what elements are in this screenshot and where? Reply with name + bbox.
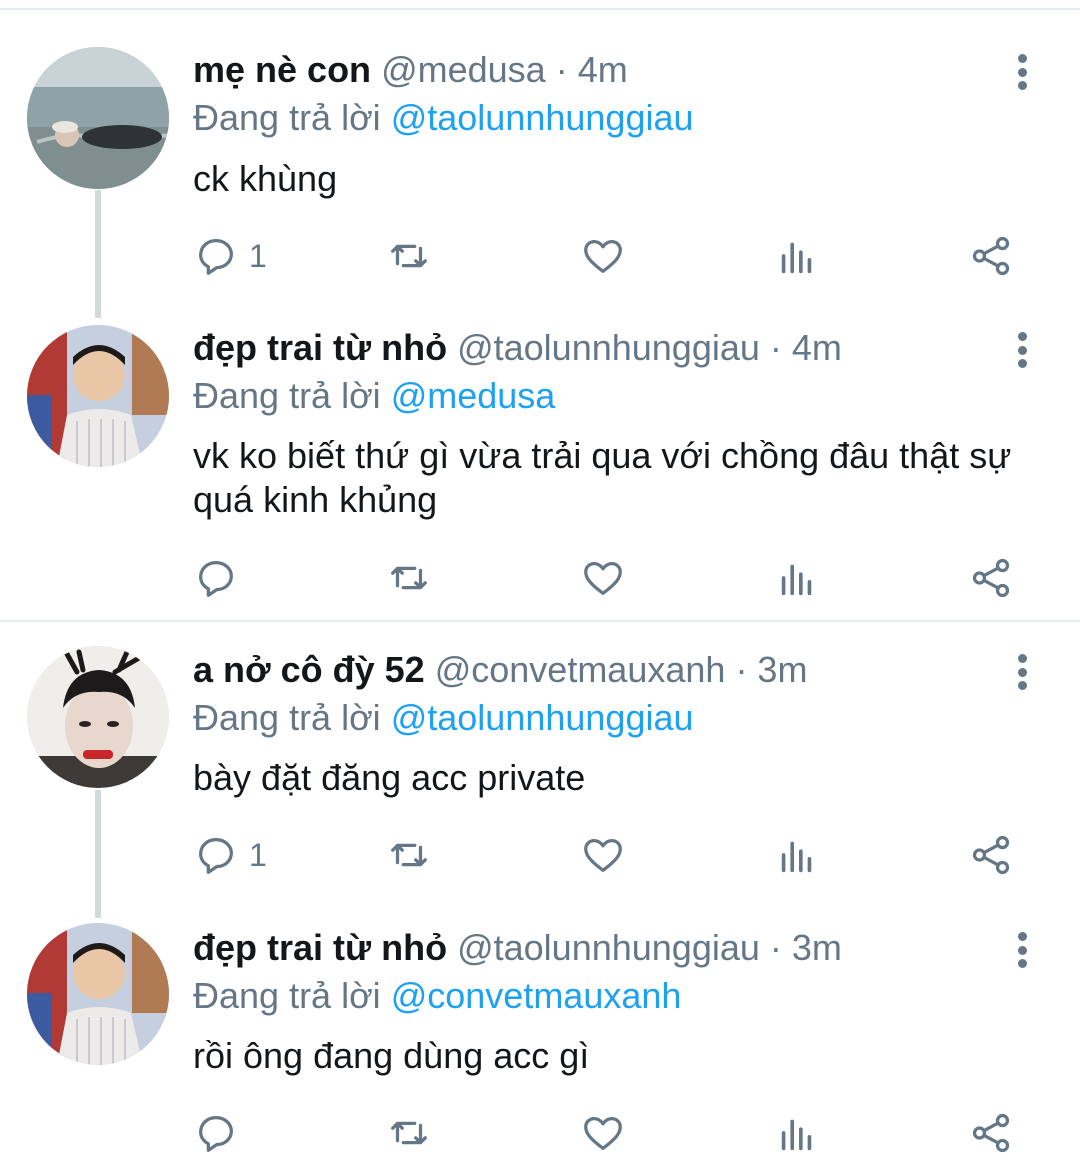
handle[interactable]: @taolunnhunggiau xyxy=(457,927,760,968)
tweet-actions xyxy=(0,1108,1080,1158)
avatar-image-child xyxy=(27,923,169,1065)
like-icon xyxy=(584,1116,622,1150)
tweet[interactable]: đẹp trai từ nhỏ @taolunnhunggiau · 3m Đa… xyxy=(0,0,1080,1165)
timeline: mẹ nè con @medusa · 4m Đang trả lời @tao… xyxy=(0,0,1080,1165)
retweet-icon xyxy=(391,1121,427,1145)
like-button[interactable] xyxy=(580,1108,626,1158)
display-name[interactable]: đẹp trai từ nhỏ xyxy=(193,927,447,968)
tweet-text: rồi ông đang dùng acc gì xyxy=(193,1035,590,1076)
analytics-button[interactable] xyxy=(774,1108,820,1158)
share-button[interactable] xyxy=(968,1108,1014,1158)
tweet-header: đẹp trai từ nhỏ @taolunnhunggiau · 3m xyxy=(193,926,842,970)
reply-icon xyxy=(199,1116,233,1152)
reply-button[interactable] xyxy=(193,1108,249,1158)
retweet-button[interactable] xyxy=(386,1108,432,1158)
avatar[interactable] xyxy=(27,923,169,1065)
mention-link[interactable]: @convetmauxanh xyxy=(391,975,682,1016)
analytics-icon xyxy=(781,1119,812,1151)
share-icon xyxy=(972,1113,1010,1153)
replying-to-label: Đang trả lời xyxy=(193,975,381,1016)
replying-to: Đang trả lời @convetmauxanh xyxy=(193,974,681,1018)
more-icon[interactable] xyxy=(1004,930,1040,970)
timestamp[interactable]: · 3m xyxy=(770,927,842,968)
